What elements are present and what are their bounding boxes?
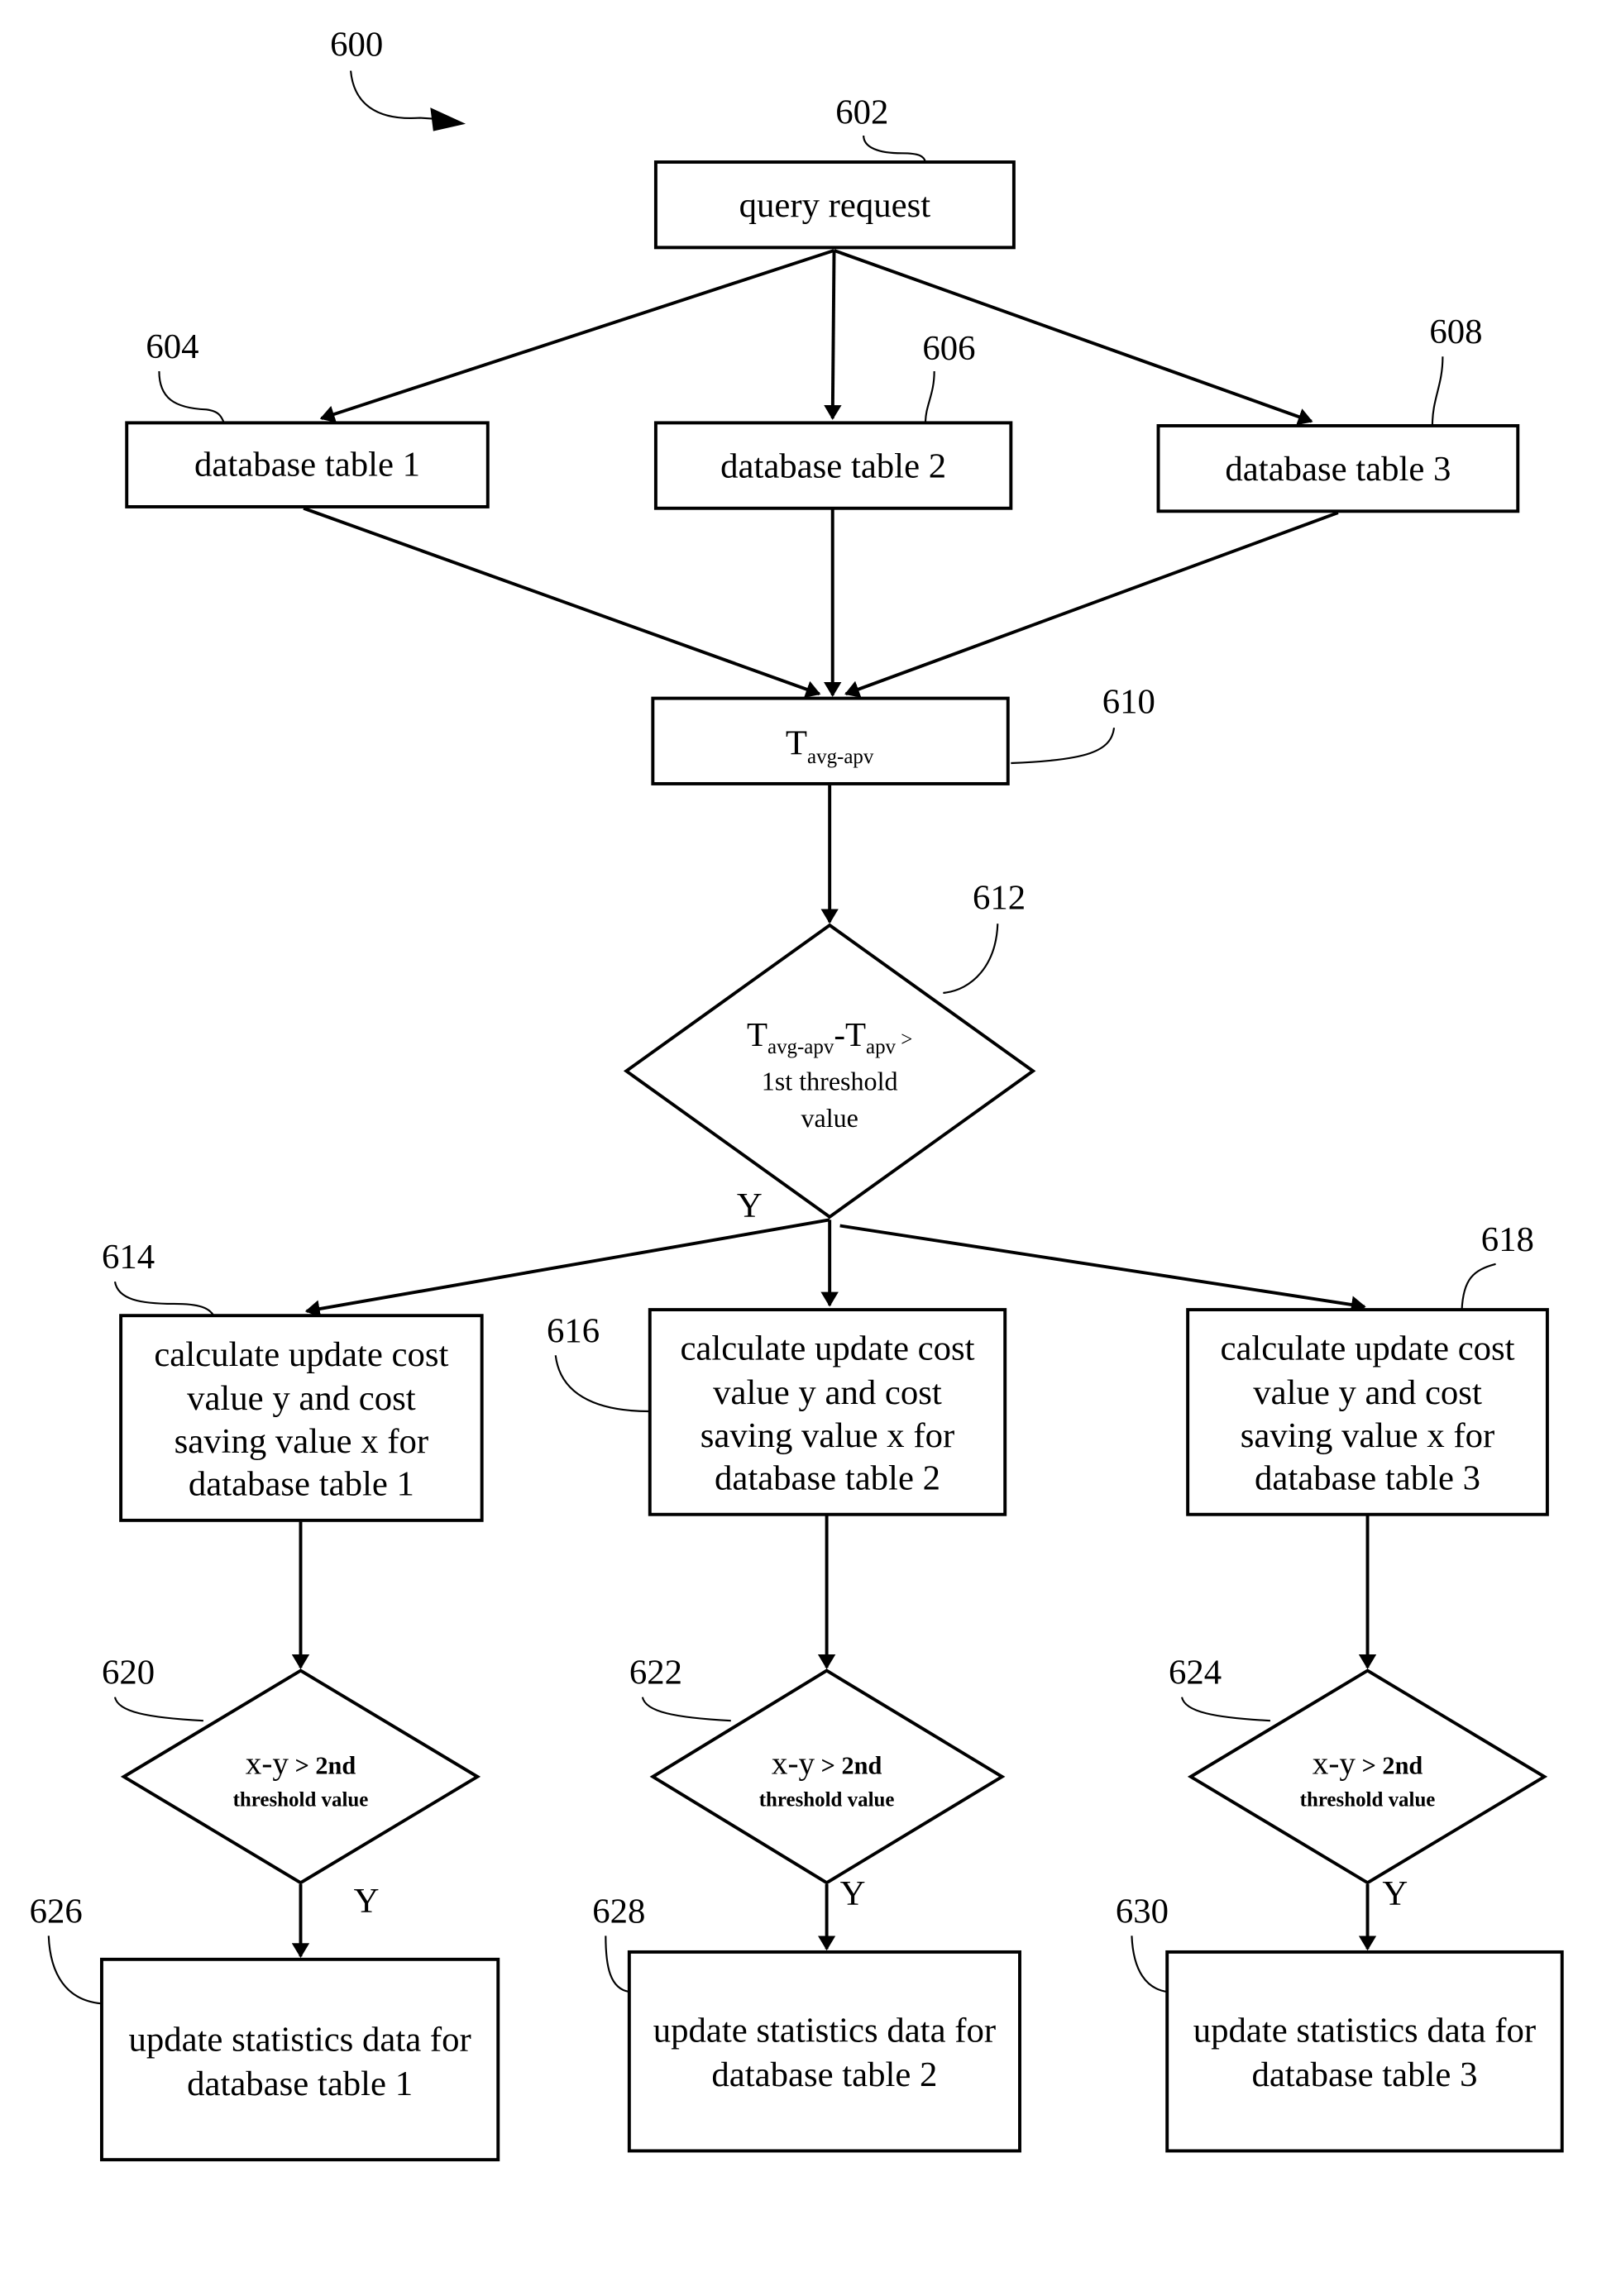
update-box-2: update statistics data for database tabl…: [627, 1950, 1021, 2153]
calc-1-line1: calculate update cost: [154, 1335, 448, 1374]
ref-630: 630: [1116, 1892, 1169, 1931]
ref-618: 618: [1481, 1220, 1534, 1259]
ref-608: 608: [1429, 313, 1482, 351]
decision-624-diamond: x-y > 2nd threshold value: [1187, 1668, 1548, 1885]
arrow-query-to-db2: [824, 250, 842, 420]
update-3-line2: database table 3: [1251, 2055, 1477, 2094]
query-request-box: query request: [653, 160, 1016, 250]
calc-1-line4: database table 1: [189, 1465, 414, 1504]
calc-1-line2: value y and cost: [187, 1379, 416, 1418]
decision-620-diamond: x-y > 2nd threshold value: [120, 1668, 481, 1885]
ref-612: 612: [973, 878, 1026, 917]
ref-624: 624: [1169, 1654, 1222, 1692]
calc-2-line2: value y and cost: [713, 1373, 942, 1412]
update-box-1: update statistics data for database tabl…: [99, 1957, 500, 2162]
decision-612-line2: 1st threshold: [762, 1067, 898, 1096]
calc-3-line2: value y and cost: [1253, 1373, 1482, 1412]
ref-610: 610: [1102, 682, 1155, 721]
tavg-apv-box: Tavg-apv: [651, 696, 1010, 785]
database-table-1-label: database table 1: [194, 446, 420, 484]
database-table-3-label: database table 3: [1225, 450, 1451, 489]
figure-ref-arrowhead-icon: [430, 107, 466, 131]
arrow-query-to-db1: [319, 249, 835, 423]
calc-3-line4: database table 3: [1255, 1458, 1480, 1497]
leader-622: [641, 1697, 731, 1722]
decision-612-yes-label: Y: [737, 1186, 763, 1225]
update-2-line2: database table 2: [711, 2055, 937, 2094]
arrow-decision1-to-calc1: [304, 1218, 830, 1318]
leader-602: [863, 135, 927, 163]
leader-604: [158, 371, 225, 423]
calc-1-line3: saving value x for: [175, 1422, 428, 1461]
calc-3-line3: saving value x for: [1241, 1416, 1494, 1455]
decision-620-line1: x-y > 2nd: [246, 1745, 356, 1781]
decision-622-yes-label: Y: [840, 1874, 866, 1913]
update-1-line1: update statistics data for: [128, 2020, 471, 2059]
ref-602: 602: [835, 93, 888, 132]
leader-608: [1431, 356, 1444, 426]
calc-box-3: calculate update cost value y and cost s…: [1186, 1308, 1549, 1516]
leader-630: [1131, 1936, 1168, 1993]
figure-ref-arrow: [350, 70, 442, 121]
decision-612-line3: value: [801, 1103, 858, 1133]
decision-612-diamond: Tavg-apv-Tapv > 1st threshold value: [623, 923, 1036, 1220]
leader-616: [554, 1355, 650, 1413]
ref-606: 606: [922, 329, 975, 368]
decision-620-yes-label: Y: [354, 1882, 380, 1921]
database-table-2-label: database table 2: [720, 446, 946, 485]
ref-614: 614: [102, 1238, 155, 1277]
decision-622-line2: threshold value: [759, 1789, 895, 1812]
arrow-query-to-db3: [833, 249, 1313, 426]
decision-622-line1: x-y > 2nd: [772, 1745, 882, 1781]
decision-620-line2: threshold value: [233, 1789, 369, 1812]
calc-box-2: calculate update cost value y and cost s…: [648, 1308, 1007, 1516]
update-2-line1: update statistics data for: [653, 2012, 996, 2050]
leader-612: [943, 924, 999, 995]
ref-604: 604: [146, 327, 198, 366]
arrow-db1-to-tavg: [303, 506, 821, 698]
leader-624: [1180, 1697, 1270, 1722]
calc-box-1: calculate update cost value y and cost s…: [119, 1314, 484, 1522]
leader-614: [113, 1281, 215, 1316]
arrow-db3-to-tavg: [844, 511, 1339, 698]
leader-628: [605, 1936, 630, 1993]
ref-626: 626: [30, 1892, 83, 1931]
flowchart-600: 600 602 query request 604 database table…: [30, 26, 1564, 2162]
update-1-line2: database table 1: [187, 2064, 413, 2103]
calc-3-line1: calculate update cost: [1220, 1329, 1514, 1368]
leader-610: [1011, 728, 1116, 765]
ref-628: 628: [592, 1892, 645, 1931]
decision-624-yes-label: Y: [1382, 1874, 1408, 1913]
leader-626: [47, 1936, 103, 2005]
update-box-3: update statistics data for database tabl…: [1165, 1950, 1564, 2153]
decision-622-diamond: x-y > 2nd threshold value: [649, 1668, 1006, 1885]
update-3-line1: update statistics data for: [1193, 2012, 1536, 2050]
decision-624-line2: threshold value: [1300, 1789, 1436, 1812]
ref-616: 616: [547, 1311, 600, 1350]
database-table-1-box: database table 1: [125, 421, 490, 508]
arrow-decision1-to-calc3: [839, 1224, 1366, 1314]
database-table-2-box: database table 2: [653, 421, 1013, 510]
calc-2-line3: saving value x for: [701, 1416, 954, 1455]
leader-618: [1461, 1263, 1496, 1310]
leader-620: [113, 1697, 203, 1722]
figure-ref-label: 600: [330, 26, 383, 64]
ref-622: 622: [629, 1654, 682, 1692]
database-table-3-box: database table 3: [1156, 424, 1520, 513]
query-request-label: query request: [739, 186, 931, 225]
calc-2-line4: database table 2: [715, 1458, 940, 1497]
decision-624-line1: x-y > 2nd: [1313, 1745, 1423, 1781]
leader-606: [924, 371, 935, 423]
calc-2-line1: calculate update cost: [680, 1329, 974, 1368]
ref-620: 620: [102, 1654, 155, 1692]
